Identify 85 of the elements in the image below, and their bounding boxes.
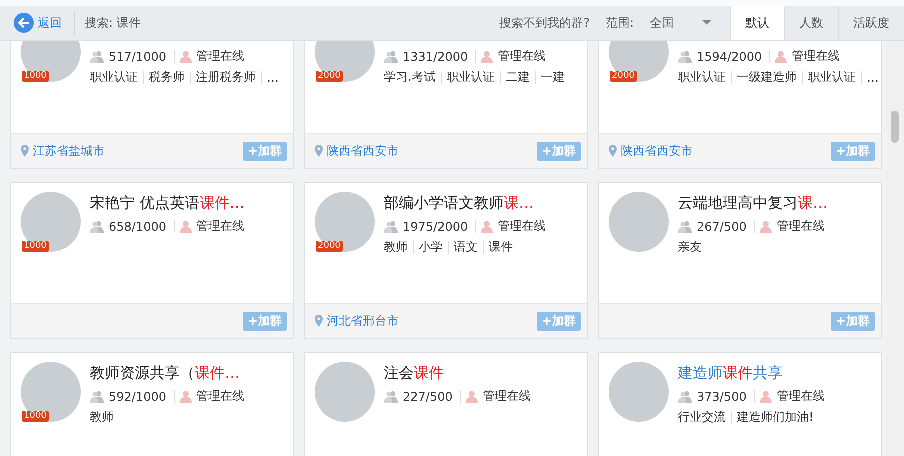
group-tag: 课件 [489, 239, 513, 256]
member-count: 1975/2000 [403, 220, 468, 234]
admin-status: 管理在线 [196, 218, 244, 235]
person-icon [481, 220, 494, 232]
admin-status: 管理在线 [792, 48, 840, 65]
group-tag: 注册税务师 [196, 69, 256, 86]
members-icon [678, 220, 692, 232]
group-title[interactable]: 教师资源共享（课件… [90, 362, 244, 384]
person-icon [775, 50, 788, 62]
level-badge: 1000 [22, 71, 49, 82]
admin-status: 管理在线 [498, 218, 546, 235]
member-count: 267/500 [697, 220, 747, 234]
members-icon [678, 390, 692, 402]
location-link[interactable]: 江苏省盐城市 [33, 142, 105, 160]
group-tag: 一建 [540, 69, 565, 86]
person-icon [180, 390, 192, 402]
location-pin-icon [315, 145, 323, 157]
group-tag: 行业交流 [678, 409, 726, 426]
group-tag: 教师 [90, 409, 114, 426]
location-link[interactable]: 陕西省西安市 [621, 142, 693, 160]
members-icon [384, 390, 398, 402]
admin-status: 管理在线 [498, 48, 546, 65]
group-title[interactable]: 注会课件 [384, 362, 531, 384]
group-tag: 小学 [419, 239, 443, 256]
admin-status: 管理在线 [776, 218, 825, 235]
group-tag: 语文 [454, 239, 478, 256]
group-tag: … [867, 70, 879, 84]
group-tag: 学习.考试 [384, 69, 436, 86]
members-icon [90, 390, 104, 402]
location-pin-icon [21, 145, 29, 157]
member-count: 373/500 [697, 390, 747, 404]
group-title[interactable]: 宋艳宁 优点英语课件… [90, 192, 245, 214]
person-icon [180, 50, 192, 62]
member-count: 227/500 [403, 390, 453, 404]
member-count: 517/1000 [109, 50, 166, 64]
group-tag: 职业认证 [90, 69, 138, 86]
members-icon [384, 50, 398, 62]
person-icon [180, 220, 192, 232]
admin-status: 管理在线 [196, 48, 244, 65]
group-tag: 二建 [506, 69, 530, 86]
level-badge: 2000 [316, 241, 343, 252]
members-icon [384, 220, 398, 232]
not-found-link[interactable]: 搜索不到我的群? [500, 14, 590, 32]
group-tag: 职业认证 [446, 69, 495, 86]
search-query: 搜索: 课件 [85, 14, 141, 32]
back-button[interactable]: 返回 [14, 13, 62, 33]
group-tag: 税务师 [149, 69, 185, 86]
sort-tab[interactable]: 默认 [730, 6, 784, 40]
member-count: 592/1000 [109, 390, 166, 404]
level-badge: 1000 [22, 241, 49, 252]
members-icon [678, 50, 692, 62]
location-link[interactable]: 陕西省西安市 [327, 142, 399, 160]
caret-icon [702, 20, 712, 26]
location-pin-icon [609, 145, 617, 157]
group-tag: 亲友 [678, 239, 702, 256]
admin-status: 管理在线 [196, 388, 244, 405]
person-icon [466, 390, 478, 402]
scrollbar-thumb[interactable] [891, 111, 899, 143]
members-icon [90, 50, 104, 62]
group-tag: 建造师们加油! [737, 409, 814, 426]
scope-dropdown[interactable]: 全国 [650, 14, 712, 32]
group-tag: 教师 [384, 239, 408, 256]
level-badge: 2000 [316, 71, 343, 82]
member-count: 658/1000 [109, 220, 166, 234]
level-badge: 1000 [22, 411, 49, 422]
level-badge: 2000 [610, 71, 637, 82]
group-tag: 职业认证 [808, 69, 856, 86]
member-count: 1331/2000 [403, 50, 468, 64]
person-icon [760, 390, 772, 402]
member-count: 1594/2000 [697, 50, 762, 64]
group-tag: 职业认证 [678, 69, 726, 86]
group-title[interactable]: 建造师课件共享 [678, 362, 825, 384]
person-icon [481, 50, 494, 62]
group-tag: 一级建造师 [737, 69, 797, 86]
person-icon [760, 220, 772, 232]
scope-label: 范围: [606, 14, 634, 32]
group-title[interactable]: 部编小学语文教师课… [384, 192, 546, 214]
group-title[interactable]: 云端地理高中复习课… [678, 192, 828, 214]
location-link[interactable]: 河北省邢台市 [327, 312, 399, 330]
admin-status: 管理在线 [776, 388, 825, 405]
members-icon [90, 220, 104, 232]
location-pin-icon [315, 315, 323, 327]
admin-status: 管理在线 [482, 388, 531, 405]
group-tag: … [267, 70, 279, 84]
scrollbar[interactable] [886, 41, 904, 456]
